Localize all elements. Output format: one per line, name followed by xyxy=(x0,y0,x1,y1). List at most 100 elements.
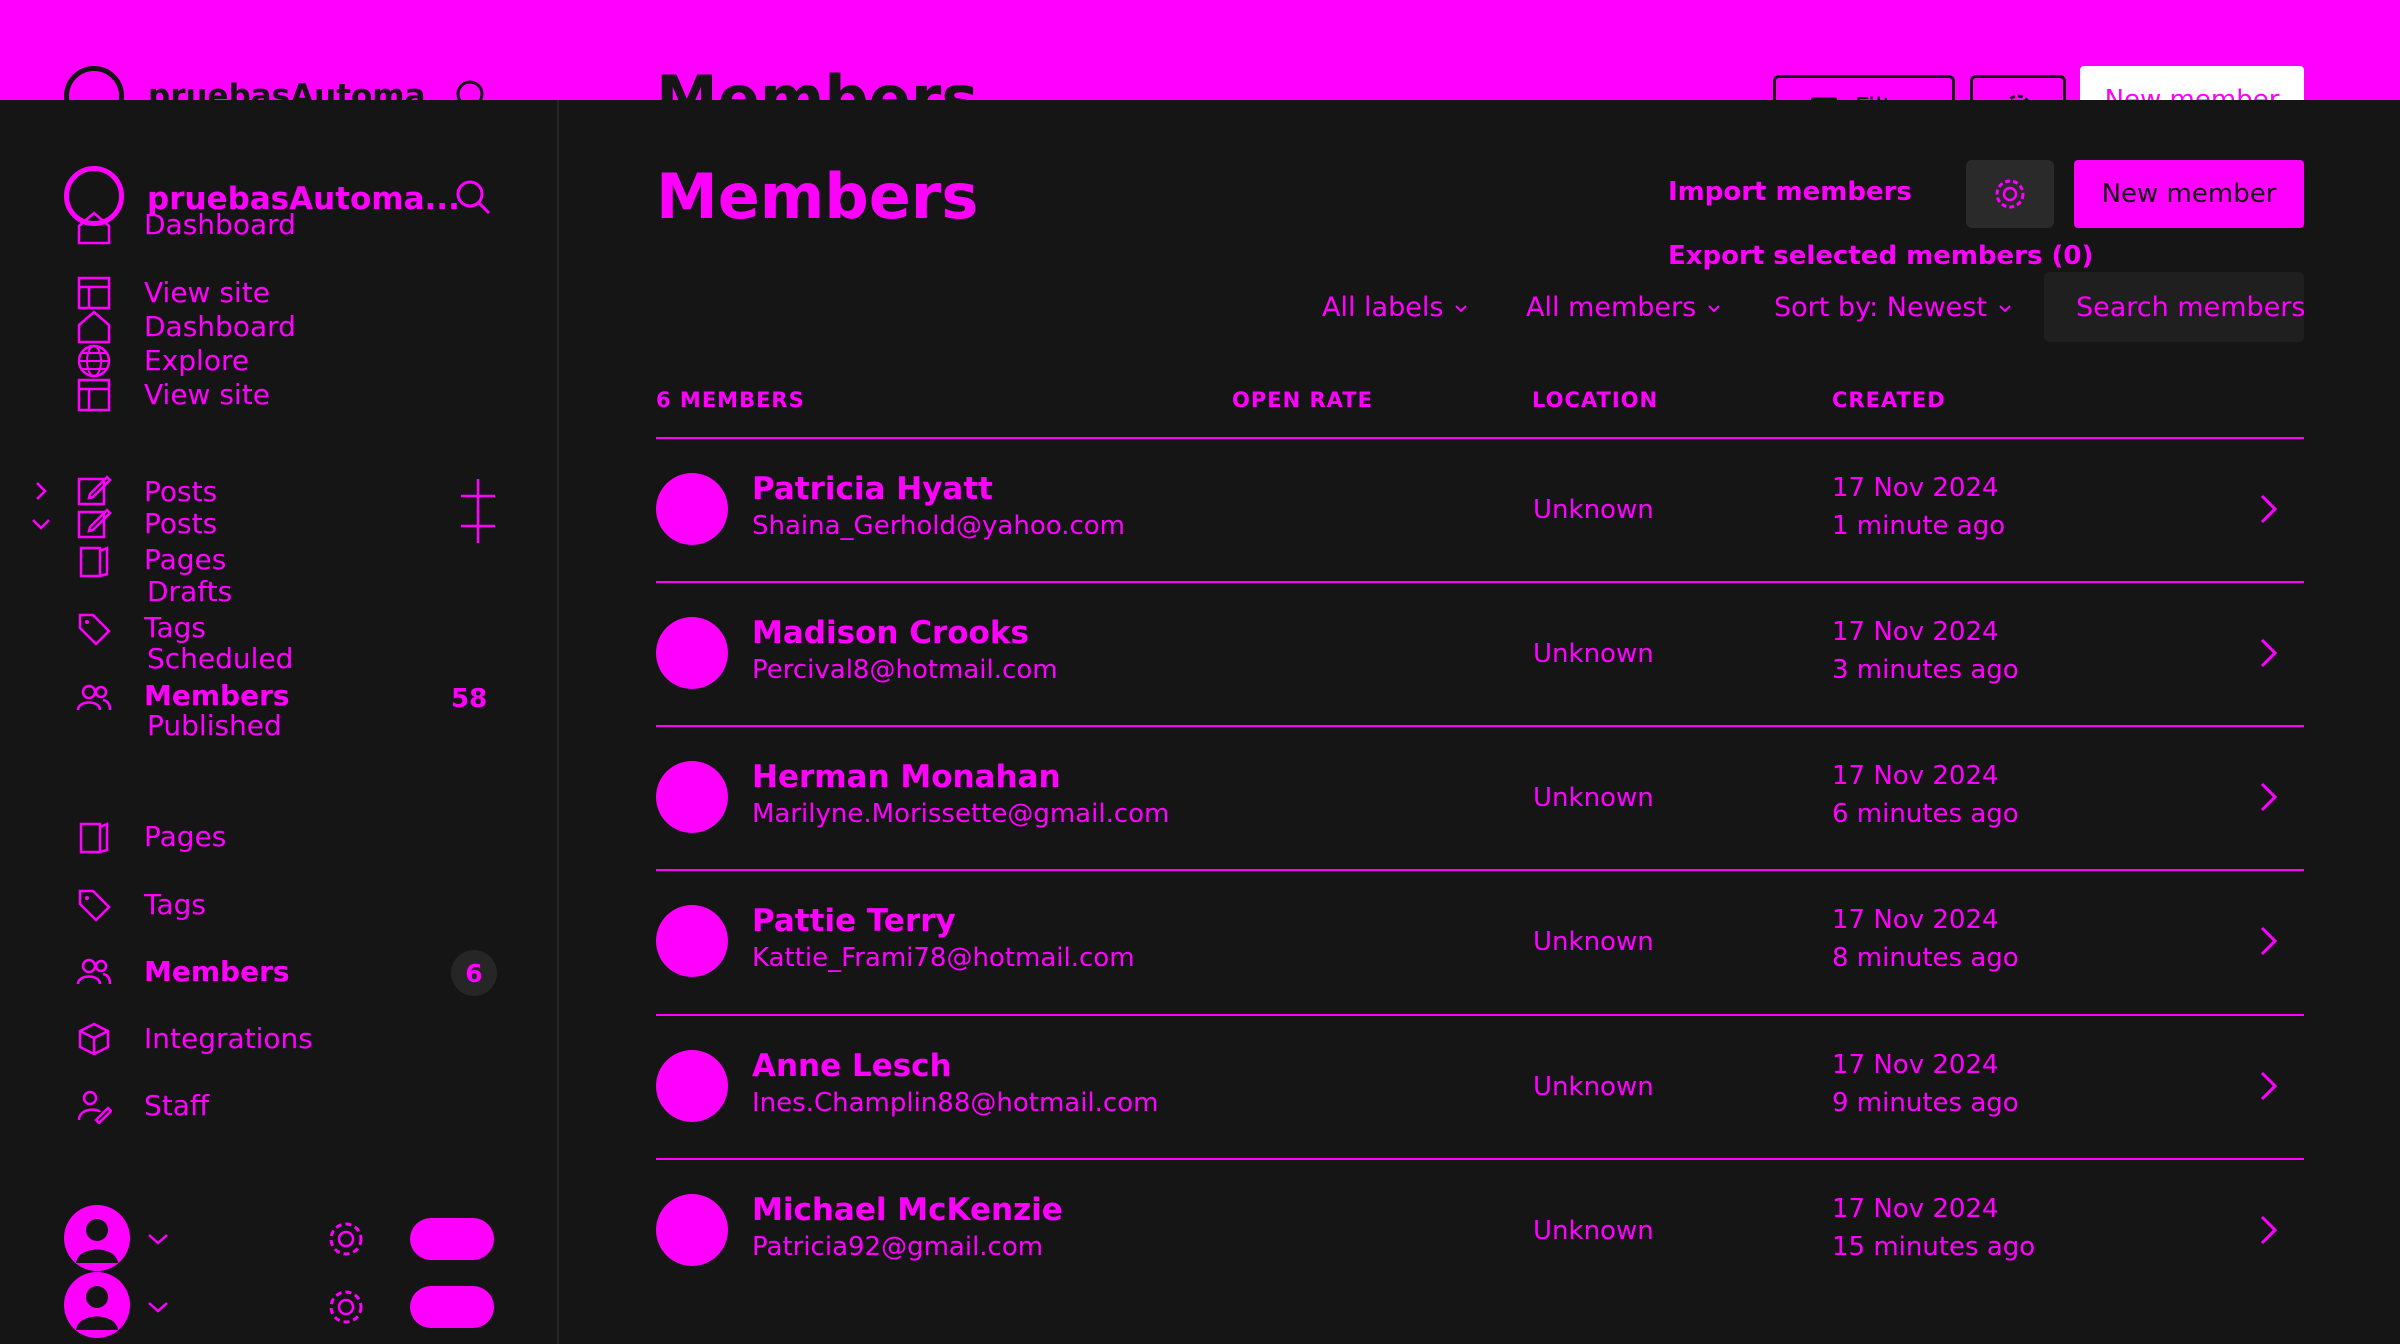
add-post-icon-b[interactable] xyxy=(459,507,497,545)
nav-tags[interactable]: Tags xyxy=(144,891,206,919)
member-created-date: 17 Nov 2024 xyxy=(1832,617,1999,647)
member-email: Kattie_Frami78@hotmail.com xyxy=(752,943,1135,973)
member-created-date: 17 Nov 2024 xyxy=(1832,1050,1999,1080)
nav-view-site-b[interactable]: View site xyxy=(144,381,270,409)
member-name: Herman Monahan xyxy=(752,759,1061,795)
members-dropdown-label: All members xyxy=(1526,292,1697,323)
edit-icon-b xyxy=(76,505,112,541)
gear-icon[interactable] xyxy=(325,1286,367,1328)
member-created-ago: 8 minutes ago xyxy=(1832,943,2019,973)
nav-dashboard-b[interactable]: Dashboard xyxy=(144,313,296,341)
member-name: Pattie Terry xyxy=(752,903,956,939)
search-icon-ghost[interactable] xyxy=(454,78,492,116)
sort-dropdown[interactable]: Sort by: Newest xyxy=(1774,292,2013,323)
col-header-members[interactable]: 6 MEMBERS xyxy=(656,388,805,412)
settings-button-ghost[interactable] xyxy=(1970,75,2066,141)
col-header-created[interactable]: CREATED xyxy=(1832,388,1946,412)
filter-button[interactable]: Filter xyxy=(1773,75,1955,141)
nav-pages[interactable]: Pages xyxy=(144,823,226,851)
globe-icon xyxy=(76,343,112,379)
sort-dropdown-label: Sort by: Newest xyxy=(1774,292,1987,323)
nav-dashboard-a[interactable]: Dashboard xyxy=(144,211,296,239)
table-row[interactable]: Pattie Terry Kattie_Frami78@hotmail.com … xyxy=(656,869,2304,1015)
staff-icon xyxy=(76,1088,112,1124)
nav-integrations[interactable]: Integrations xyxy=(144,1025,313,1053)
member-location: Unknown xyxy=(1533,495,1654,525)
nav-pages-a[interactable]: Pages xyxy=(144,546,226,574)
table-row[interactable]: Michael McKenzie Patricia92@gmail.com Un… xyxy=(656,1158,2304,1304)
export-members-link[interactable]: Export selected members (0) xyxy=(1668,241,2093,271)
member-location: Unknown xyxy=(1533,1072,1654,1102)
avatar[interactable] xyxy=(64,1205,130,1271)
chevron-down-icon xyxy=(1999,304,2011,312)
chevron-right-icon[interactable] xyxy=(2250,923,2286,959)
settings-button[interactable] xyxy=(1966,160,2054,228)
tag-icon-a xyxy=(76,611,112,647)
member-email: Shaina_Gerhold@yahoo.com xyxy=(752,511,1125,541)
avatar-duplicate[interactable] xyxy=(64,1272,130,1338)
nav-view-site-a[interactable]: View site xyxy=(144,279,270,307)
integrations-icon xyxy=(76,1021,112,1057)
member-email: Patricia92@gmail.com xyxy=(752,1232,1044,1262)
search-members-field[interactable]: Search members... xyxy=(2044,272,2304,342)
member-avatar xyxy=(656,1194,728,1266)
member-avatar xyxy=(656,617,728,689)
dashboard-icon-b xyxy=(76,309,112,345)
member-created-ago: 15 minutes ago xyxy=(1832,1232,2036,1262)
member-location: Unknown xyxy=(1533,927,1654,957)
gear-icon[interactable] xyxy=(325,1218,367,1260)
nav-members-a[interactable]: Members xyxy=(144,682,290,710)
chevron-right-icon[interactable] xyxy=(2250,491,2286,527)
nav-published[interactable]: Published xyxy=(147,712,282,740)
chevron-down-icon[interactable] xyxy=(146,1227,170,1251)
chevron-right-icon[interactable] xyxy=(2250,635,2286,671)
chevron-right-icon[interactable] xyxy=(2250,1068,2286,1104)
member-created-ago: 6 minutes ago xyxy=(1832,799,2019,829)
members-count-a: 58 xyxy=(451,684,488,714)
col-header-location[interactable]: LOCATION xyxy=(1532,388,1658,412)
theme-toggle-duplicate[interactable] xyxy=(410,1286,494,1328)
members-dropdown[interactable]: All members xyxy=(1526,292,1722,323)
member-location: Unknown xyxy=(1533,783,1654,813)
theme-toggle[interactable] xyxy=(410,1218,494,1260)
chevron-down-icon[interactable] xyxy=(30,513,52,535)
new-member-button[interactable]: New member xyxy=(2074,160,2304,228)
member-email: Percival8@hotmail.com xyxy=(752,655,1058,685)
member-avatar xyxy=(656,473,728,545)
table-row[interactable]: Anne Lesch Ines.Champlin88@hotmail.com U… xyxy=(656,1014,2304,1160)
nav-tags-a[interactable]: Tags xyxy=(144,614,206,642)
table-row[interactable]: Madison Crooks Percival8@hotmail.com Unk… xyxy=(656,581,2304,727)
site-name-ghost: pruebasAutoma... xyxy=(148,78,461,114)
search-icon[interactable] xyxy=(454,178,492,216)
member-location: Unknown xyxy=(1533,639,1654,669)
nav-explore[interactable]: Explore xyxy=(144,347,249,375)
chevron-down-icon[interactable] xyxy=(146,1295,170,1319)
nav-members[interactable]: Members xyxy=(144,958,290,986)
labels-dropdown[interactable]: All labels xyxy=(1322,292,1469,323)
table-row[interactable]: Herman Monahan Marilyne.Morissette@gmail… xyxy=(656,725,2304,871)
chevron-right-icon[interactable] xyxy=(2250,779,2286,815)
edit-icon-a xyxy=(76,472,112,508)
new-member-button-ghost[interactable]: New member xyxy=(2080,66,2304,115)
nav-staff[interactable]: Staff xyxy=(144,1092,209,1120)
import-members-link[interactable]: Import members xyxy=(1668,177,1912,207)
member-location: Unknown xyxy=(1533,1216,1654,1246)
nav-posts-a[interactable]: Posts xyxy=(144,478,217,506)
nav-drafts[interactable]: Drafts xyxy=(147,578,232,606)
member-created-ago: 1 minute ago xyxy=(1832,511,2006,541)
members-count-badge: 6 xyxy=(451,950,497,996)
chevron-right-icon[interactable] xyxy=(2250,1212,2286,1248)
member-created-date: 17 Nov 2024 xyxy=(1832,1194,1999,1224)
chevron-right-icon[interactable] xyxy=(30,480,52,502)
col-header-open-rate[interactable]: OPEN RATE xyxy=(1232,388,1373,412)
filter-label: Filter xyxy=(1854,93,1920,123)
chevron-down-icon xyxy=(1455,304,1468,312)
nav-posts-b[interactable]: Posts xyxy=(144,510,217,538)
new-member-ghost-label: New member xyxy=(2104,85,2280,115)
page-title-ghost: Members xyxy=(656,62,979,135)
member-name: Madison Crooks xyxy=(752,615,1029,651)
member-created-ago: 3 minutes ago xyxy=(1832,655,2019,685)
nav-scheduled[interactable]: Scheduled xyxy=(147,645,293,673)
table-row[interactable]: Patricia Hyatt Shaina_Gerhold@yahoo.com … xyxy=(656,437,2304,583)
view-site-icon-b xyxy=(76,377,112,413)
